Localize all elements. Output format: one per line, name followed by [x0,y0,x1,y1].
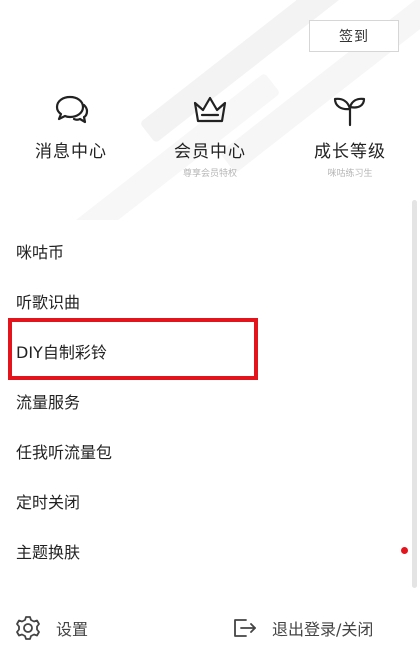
menu-item-label: 咪咕币 [16,243,65,262]
menu-item-diy-ringtone[interactable]: DIY自制彩铃 [0,326,420,376]
sprout-icon [333,97,366,127]
menu-item-label: 定时关闭 [16,493,81,512]
new-badge-dot [401,547,408,554]
signin-button[interactable]: 签到 [309,20,399,52]
menu-item-sleep-timer[interactable]: 定时关闭 [0,476,420,526]
signin-label: 签到 [339,29,369,45]
menu-item-label: 听歌识曲 [16,293,81,312]
menu-item-label: 流量服务 [16,393,81,412]
growth-level-entry[interactable]: 成长等级 咪咕练习生 [285,88,415,188]
member-center-entry[interactable]: 会员中心 尊享会员特权 [145,88,275,188]
menu-item-label: 任我听流量包 [16,443,113,462]
message-center-entry[interactable]: 消息中心 [6,88,136,188]
crown-icon [193,96,227,123]
settings-label: 设置 [56,620,89,639]
menu-list: 咪咕币 听歌识曲 DIY自制彩铃 流量服务 任我听流量包 定时关闭 主题换肤 [0,226,420,576]
quick-entries: 消息中心 会员中心 尊享会员特权 成长等级 咪咕练习生 [0,88,420,188]
member-center-subtitle: 尊享会员特权 [182,169,237,179]
gear-icon [16,616,40,640]
menu-item-label: DIY自制彩铃 [16,343,107,362]
menu-item-label: 主题换肤 [16,543,81,562]
menu-item-song-recognition[interactable]: 听歌识曲 [0,276,420,326]
growth-level-subtitle: 咪咕练习生 [327,169,373,179]
menu-item-migu-coin[interactable]: 咪咕币 [0,226,420,276]
menu-item-data-service[interactable]: 流量服务 [0,376,420,426]
side-menu-screen: 签到 消息中心 会员中心 尊享会员特权 成长等级 咪咕练习生 咪咕币 听歌识曲 … [0,0,420,648]
logout-label: 退出登录/关闭 [272,620,374,639]
menu-item-data-package[interactable]: 任我听流量包 [0,426,420,476]
logout-icon [234,619,256,637]
menu-item-theme-skin[interactable]: 主题换肤 [0,526,420,576]
settings-button[interactable]: 设置 [14,614,88,642]
member-center-title: 会员中心 [174,142,246,162]
growth-level-title: 成长等级 [314,142,386,162]
logout-button[interactable]: 退出登录/关闭 [230,614,373,642]
message-center-title: 消息中心 [35,142,107,162]
bottom-bar: 设置 退出登录/关闭 [0,604,420,648]
chat-bubbles-icon [55,95,89,124]
